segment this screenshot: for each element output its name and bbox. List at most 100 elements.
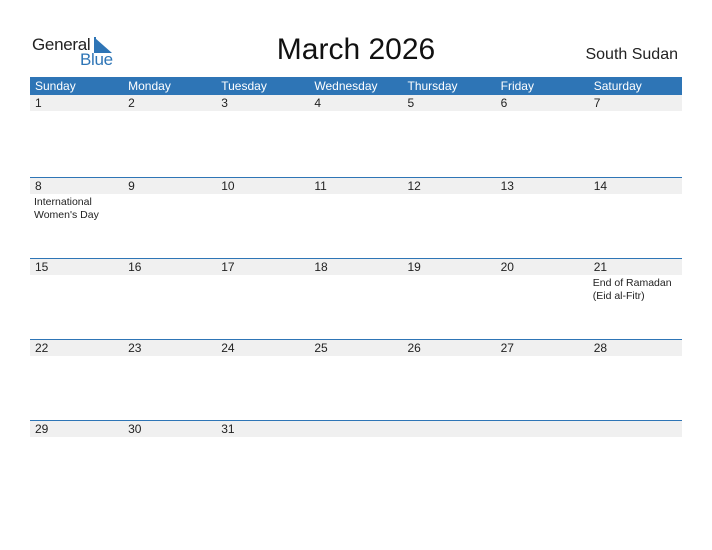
day-cell: 31	[216, 421, 310, 501]
day-cell: 28	[588, 340, 682, 420]
day-number: 18	[309, 259, 403, 275]
country-label: South Sudan	[585, 46, 678, 63]
day-cell: 19	[402, 259, 496, 339]
day-cell: 21 End of Ramadan (Eid al-Fitr)	[588, 259, 682, 339]
day-number: 12	[402, 178, 496, 194]
day-cell: 9	[123, 178, 217, 258]
weekday-saturday: Saturday	[593, 79, 642, 93]
day-cell	[402, 421, 496, 501]
holiday-label	[30, 275, 123, 277]
day-cell: 11	[309, 178, 403, 258]
day-cell: 18	[309, 259, 403, 339]
day-cell	[309, 421, 403, 501]
day-number: 29	[30, 421, 124, 437]
holiday-label	[123, 275, 216, 277]
day-number: 25	[309, 340, 403, 356]
weekday-wednesday: Wednesday	[314, 79, 378, 93]
holiday-label	[403, 437, 496, 439]
holiday-label	[496, 356, 589, 358]
day-number: 20	[495, 259, 589, 275]
day-cell: 29	[30, 421, 124, 501]
day-cell: 23	[123, 340, 217, 420]
day-number: 3	[216, 95, 310, 111]
day-cell	[588, 421, 682, 501]
day-cell: 22	[30, 340, 124, 420]
holiday-label	[496, 194, 589, 196]
holiday-label	[309, 111, 402, 113]
day-cell: 4	[309, 95, 403, 177]
holiday-label	[216, 356, 309, 358]
day-cell: 2	[123, 95, 217, 177]
day-cell: 1	[30, 95, 124, 177]
day-cell: 5	[402, 95, 496, 177]
weekday-monday: Monday	[128, 79, 171, 93]
day-cell	[495, 421, 589, 501]
day-cell: 24	[216, 340, 310, 420]
holiday-label: End of Ramadan (Eid al-Fitr)	[592, 277, 672, 302]
holiday-label	[403, 356, 496, 358]
holiday-label	[309, 194, 402, 196]
day-number: 24	[216, 340, 310, 356]
day-number: 17	[216, 259, 310, 275]
day-cell: 30	[123, 421, 217, 501]
day-number	[495, 421, 589, 437]
holiday-label	[216, 111, 309, 113]
holiday-label	[309, 356, 402, 358]
holiday-label	[589, 111, 682, 113]
day-cell: 17	[216, 259, 310, 339]
day-cell: 20	[495, 259, 589, 339]
holiday-label	[30, 111, 123, 113]
day-number: 1	[30, 95, 124, 111]
day-number: 23	[123, 340, 217, 356]
day-number: 8	[30, 178, 124, 194]
day-number: 5	[402, 95, 496, 111]
holiday-label	[123, 437, 216, 439]
week-row: 15 16 17 18 19 20 21 End of Ramadan (Eid al-Fit…	[30, 258, 682, 339]
weekday-friday: Friday	[500, 79, 534, 93]
day-number	[309, 421, 403, 437]
holiday-label	[496, 437, 589, 439]
holiday-label	[30, 356, 123, 358]
holiday-label	[216, 437, 309, 439]
day-number: 30	[123, 421, 217, 437]
holiday-label	[496, 111, 589, 113]
day-number	[402, 421, 496, 437]
day-cell: 25	[309, 340, 403, 420]
weekday-thursday: Thursday	[407, 79, 458, 93]
day-cell: 12	[402, 178, 496, 258]
holiday-label	[403, 194, 496, 196]
week-row: 22 23 24 25 26 27 28	[30, 339, 682, 420]
day-number: 9	[123, 178, 217, 194]
holiday-label	[123, 194, 216, 196]
holiday-label	[589, 194, 682, 196]
week-row: 1234567	[30, 95, 682, 177]
day-number: 11	[309, 178, 403, 194]
day-number: 2	[123, 95, 217, 111]
week-row: 29 30 31	[30, 420, 682, 501]
day-number	[588, 421, 682, 437]
weekday-sunday: Sunday	[35, 79, 76, 93]
weekday-header: Sunday Monday Tuesday Wednesday Thursday…	[30, 77, 682, 95]
holiday-label	[496, 275, 589, 277]
weekday-tuesday: Tuesday	[221, 79, 267, 93]
holiday-label	[216, 275, 309, 277]
holiday-label	[216, 194, 309, 196]
day-cell: 6	[495, 95, 589, 177]
day-cell: 14	[588, 178, 682, 258]
day-number: 10	[216, 178, 310, 194]
day-number: 13	[495, 178, 589, 194]
day-number: 16	[123, 259, 217, 275]
day-cell: 16	[123, 259, 217, 339]
day-number: 14	[588, 178, 682, 194]
holiday-label	[123, 111, 216, 113]
day-number: 21	[588, 259, 682, 275]
calendar-grid: Sunday Monday Tuesday Wednesday Thursday…	[30, 77, 682, 501]
holiday-label	[30, 437, 123, 439]
day-number: 31	[216, 421, 310, 437]
week-row: 8 International Women's Day 9 10 11 12 13 14	[30, 177, 682, 258]
day-number: 19	[402, 259, 496, 275]
day-number: 27	[495, 340, 589, 356]
day-cell: 8 International Women's Day	[30, 178, 124, 258]
holiday-label	[589, 437, 682, 439]
day-cell: 15	[30, 259, 124, 339]
